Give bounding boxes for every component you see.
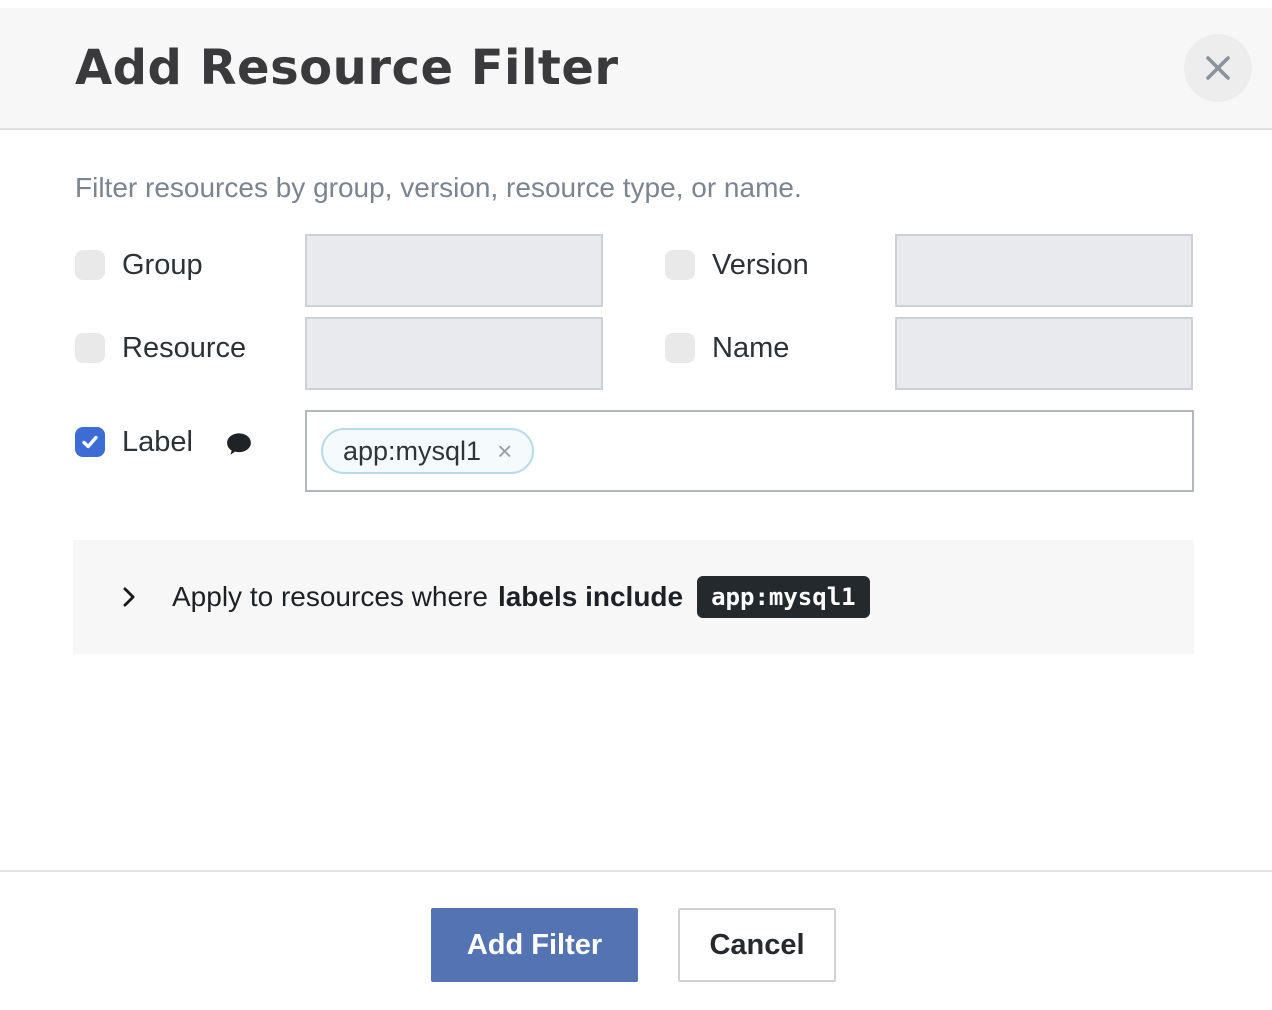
checkmark-icon <box>80 432 100 452</box>
apply-code-badge: app:mysql1 <box>697 576 870 618</box>
close-button[interactable] <box>1184 34 1252 102</box>
group-label: Group <box>122 249 203 281</box>
apply-summary-text: Apply to resources where labels include … <box>172 540 870 654</box>
cancel-button[interactable]: Cancel <box>678 908 836 982</box>
chevron-right-icon[interactable] <box>115 583 143 611</box>
apply-prefix: Apply to resources where <box>172 581 488 613</box>
name-input[interactable] <box>895 317 1193 390</box>
resource-input[interactable] <box>305 317 603 390</box>
group-input[interactable] <box>305 234 603 307</box>
add-resource-filter-dialog: Add Resource Filter Filter resources by … <box>0 0 1272 1010</box>
resource-label: Resource <box>122 332 246 364</box>
label-checkbox[interactable] <box>75 427 105 457</box>
close-icon <box>1200 50 1236 86</box>
dialog-description: Filter resources by group, version, reso… <box>75 172 802 204</box>
version-checkbox[interactable] <box>665 250 695 280</box>
group-checkbox[interactable] <box>75 250 105 280</box>
version-input[interactable] <box>895 234 1193 307</box>
footer-divider <box>0 870 1272 872</box>
name-label: Name <box>712 332 789 364</box>
label-tag-chip: app:mysql1 × <box>321 428 534 474</box>
apply-condition: labels include <box>498 581 683 613</box>
label-tags-input[interactable]: app:mysql1 × <box>305 410 1194 492</box>
version-label: Version <box>712 249 809 281</box>
name-checkbox[interactable] <box>665 333 695 363</box>
apply-summary-section: Apply to resources where labels include … <box>73 540 1194 654</box>
add-filter-button[interactable]: Add Filter <box>431 908 638 982</box>
speech-bubble-icon[interactable] <box>224 429 254 459</box>
remove-tag-icon[interactable]: × <box>497 438 512 464</box>
label-label: Label <box>122 426 193 458</box>
dialog-header: Add Resource Filter <box>0 8 1272 130</box>
label-tag-text: app:mysql1 <box>343 436 481 467</box>
dialog-title: Add Resource Filter <box>75 40 619 96</box>
resource-checkbox[interactable] <box>75 333 105 363</box>
